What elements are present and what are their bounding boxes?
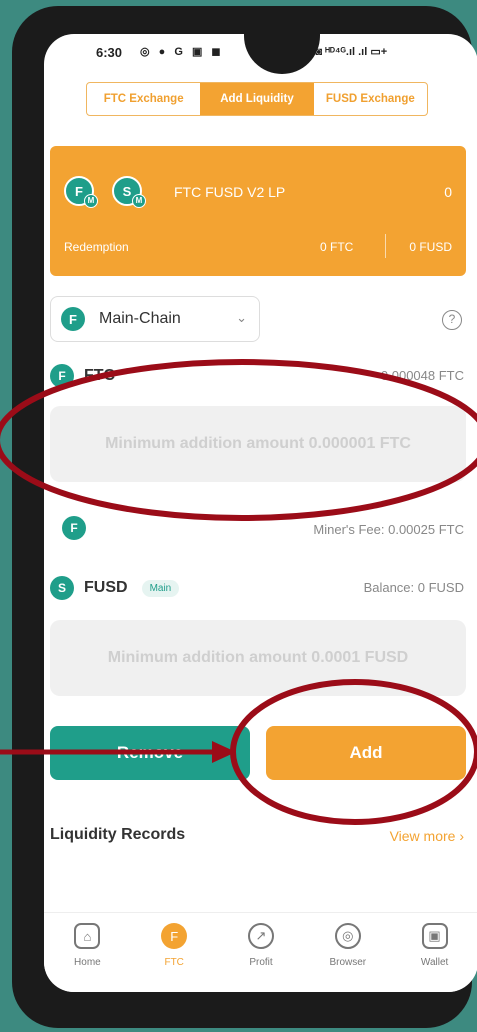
nav-home[interactable]: ⌂ Home [44, 913, 131, 992]
compass-icon: ◎ [334, 923, 361, 949]
status-time: 6:30 [96, 45, 123, 60]
help-icon[interactable]: ? [442, 310, 462, 330]
ftc-coin-icon: FM [64, 176, 98, 208]
lp-token-name: FTC FUSD V2 LP [174, 184, 286, 200]
redemption-ftc: 0 FTC [320, 240, 354, 254]
redemption-label: Redemption [64, 240, 129, 254]
liquidity-records-title: Liquidity Records [50, 826, 186, 843]
camera-notch [244, 34, 320, 74]
chart-icon: ↗ [247, 923, 274, 949]
status-left-icons: ◎ ● G ▣ ◼ [140, 46, 224, 58]
add-button[interactable]: Add [266, 726, 466, 780]
miners-fee-row: F [62, 516, 86, 540]
wallet-icon: ▣ [421, 923, 448, 949]
chevron-down-icon: ⌄ [236, 310, 247, 325]
nav-ftc-label: FTC [164, 957, 184, 968]
redemption-divider [385, 234, 386, 258]
lp-token-value: 0 [444, 184, 452, 200]
ftc-token-row: F FTC [50, 364, 115, 388]
nav-home-label: Home [74, 957, 101, 968]
tab-add-liquidity[interactable]: Add Liquidity [200, 83, 314, 115]
ftc-balance: 0.000048 FTC [380, 368, 464, 383]
nav-profit[interactable]: ↗ Profit [218, 913, 305, 992]
main-chain-badge: Main [141, 579, 180, 597]
fusd-coin-icon: SM [112, 176, 146, 208]
chain-selector[interactable]: F Main-Chain ⌄ [50, 296, 260, 342]
chain-label: Main-Chain [99, 310, 181, 327]
home-icon: ⌂ [74, 923, 101, 949]
ftc-amount-input[interactable]: Minimum addition amount 0.000001 FTC [50, 406, 466, 482]
fusd-balance: Balance: 0 FUSD [363, 580, 464, 595]
ftc-icon: F [50, 364, 74, 388]
lp-card: FM SM FTC FUSD V2 LP 0 Redemption 0 FTC … [50, 146, 466, 276]
fee-token-icon: F [62, 516, 86, 540]
nav-browser[interactable]: ◎ Browser [304, 913, 391, 992]
tab-ftc-exchange[interactable]: FTC Exchange [87, 83, 200, 115]
fusd-icon: S [50, 576, 74, 600]
ftc-nav-icon: F [161, 923, 188, 949]
exchange-tabs: FTC Exchange Add Liquidity FUSD Exchange [86, 82, 428, 116]
redemption-fusd: 0 FUSD [409, 240, 452, 254]
miners-fee: Miner's Fee: 0.00025 FTC [313, 522, 464, 537]
remove-button[interactable]: Remove [50, 726, 250, 780]
fusd-label: FUSD [84, 579, 128, 596]
bottom-nav: ⌂ Home F FTC ↗ Profit ◎ Browser ▣ Wallet [44, 912, 477, 992]
fusd-amount-input[interactable]: Minimum addition amount 0.0001 FUSD [50, 620, 466, 696]
nav-ftc[interactable]: F FTC [131, 913, 218, 992]
fusd-token-row: S FUSD Main [50, 576, 180, 600]
nav-browser-label: Browser [329, 957, 367, 968]
phone-frame: 6:30 ◎ ● G ▣ ◼ ▣ ◙ ᴴᴰ⁴ᴳ.ıl .ıl ▭+ FTC Ex… [12, 6, 477, 1028]
ftc-label: FTC [84, 367, 116, 384]
nav-wallet[interactable]: ▣ Wallet [391, 913, 477, 992]
tab-fusd-exchange[interactable]: FUSD Exchange [314, 83, 427, 115]
view-more-link[interactable]: View more › [390, 828, 464, 844]
nav-wallet-label: Wallet [420, 957, 449, 968]
chain-icon: F [61, 307, 85, 331]
app-screen: 6:30 ◎ ● G ▣ ◼ ▣ ◙ ᴴᴰ⁴ᴳ.ıl .ıl ▭+ FTC Ex… [44, 34, 477, 992]
nav-profit-label: Profit [249, 957, 273, 968]
